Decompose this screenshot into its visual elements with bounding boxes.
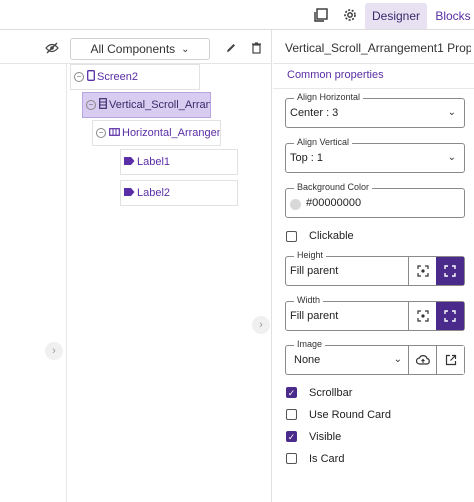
top-bar: Designer Blocks (0, 0, 474, 30)
delete-icon[interactable] (248, 40, 264, 56)
tab-designer[interactable]: Designer (365, 3, 427, 29)
components-panel: All Components ⌄ − Screen2 − Vertical_Sc… (0, 30, 272, 502)
image-select[interactable]: Image None ⌄ (285, 339, 465, 375)
focus-size-button[interactable] (408, 257, 436, 285)
clickable-checkbox[interactable] (286, 231, 297, 242)
properties-title: Vertical_Scroll_Arrangement1 Properties (285, 41, 471, 55)
field-legend: Align Vertical (294, 137, 353, 147)
visible-checkbox[interactable]: ✓ (286, 431, 297, 442)
use-round-card-checkbox[interactable] (286, 409, 297, 420)
background-color-field[interactable]: Background Color #00000000 (285, 182, 465, 218)
expand-left-panel-button[interactable]: › (45, 342, 63, 360)
chevron-down-icon: ⌄ (393, 354, 402, 365)
field-value: Fill parent (290, 310, 339, 322)
tree-node-vertical-scroll-arrangement1[interactable]: − Vertical_Scroll_Arrangement1 (82, 92, 211, 118)
field-value: Center : 3 (290, 107, 339, 119)
chevron-down-icon: ⌄ (447, 152, 456, 163)
is-card-label: Is Card (309, 453, 345, 465)
phone-icon (87, 70, 95, 84)
chevron-down-icon: ⌄ (447, 107, 456, 118)
chevron-right-icon: › (52, 345, 56, 357)
field-legend: Background Color (294, 182, 373, 192)
align-horizontal-select[interactable]: Align Horizontal Center : 3 ⌄ (285, 92, 465, 128)
fill-parent-button[interactable] (436, 302, 464, 330)
is-card-checkbox[interactable] (286, 453, 297, 464)
properties-panel: Vertical_Scroll_Arrangement1 Properties … (273, 30, 474, 502)
field-value: Fill parent (290, 265, 339, 277)
tree-divider (66, 64, 67, 502)
hide-components-icon[interactable] (44, 40, 60, 56)
fill-parent-button[interactable] (436, 257, 464, 285)
field-legend: Height (294, 250, 327, 260)
divider (273, 63, 474, 64)
color-swatch (290, 199, 301, 210)
components-filter-dropdown[interactable]: All Components ⌄ (70, 38, 210, 60)
tree-node-label: Screen2 (97, 71, 138, 83)
gear-icon[interactable] (342, 7, 358, 23)
field-legend: Image (294, 339, 326, 349)
chevron-down-icon: ⌄ (181, 43, 190, 55)
components-filter-label: All Components (90, 42, 176, 56)
tree-node-horizontal-arrangement1[interactable]: − Horizontal_Arrangement1 (92, 120, 221, 146)
tree-node-label1[interactable]: Label1 (120, 149, 238, 175)
clickable-label: Clickable (309, 230, 354, 242)
rename-icon[interactable] (223, 40, 239, 56)
tree-node-label: Label1 (137, 156, 171, 168)
common-properties-link[interactable]: Common properties (287, 69, 384, 81)
open-external-button[interactable] (436, 346, 464, 374)
focus-size-button[interactable] (408, 302, 436, 330)
field-legend: Width (294, 295, 324, 305)
scrollbar-label: Scrollbar (309, 387, 353, 399)
chevron-right-icon: › (259, 319, 263, 331)
tree-node-label: Horizontal_Arrangement1 (122, 127, 220, 139)
field-value: None (294, 354, 321, 366)
collapse-toggle-icon[interactable]: − (74, 72, 84, 82)
visible-label: Visible (309, 431, 342, 443)
field-legend: Align Horizontal (294, 92, 364, 102)
field-value: #00000000 (306, 197, 362, 209)
collapse-toggle-icon[interactable]: − (96, 128, 106, 138)
tree-node-label2[interactable]: Label2 (120, 180, 238, 206)
components-toolbar: All Components ⌄ (0, 30, 272, 64)
tab-blocks[interactable]: Blocks (432, 3, 474, 29)
label-tag-icon (124, 187, 135, 199)
horizontal-arrangement-icon (109, 127, 120, 139)
tree-node-screen2[interactable]: − Screen2 (70, 64, 200, 90)
field-value: Top : 1 (290, 152, 324, 164)
height-field[interactable]: Height Fill parent (285, 250, 465, 286)
scrollbar-checkbox[interactable]: ✓ (286, 387, 297, 398)
expand-properties-button[interactable]: › (252, 316, 270, 334)
width-field[interactable]: Width Fill parent (285, 295, 465, 331)
use-round-card-label: Use Round Card (309, 409, 391, 421)
vertical-arrangement-icon (99, 98, 107, 112)
collapse-toggle-icon[interactable]: − (86, 100, 96, 110)
tree-node-label: Vertical_Scroll_Arrangement1 (109, 99, 211, 111)
label-tag-icon (124, 156, 135, 168)
tree-node-label: Label2 (137, 187, 171, 199)
upload-image-button[interactable] (408, 346, 436, 374)
divider (273, 88, 474, 89)
gallery-icon[interactable] (313, 7, 329, 23)
align-vertical-select[interactable]: Align Vertical Top : 1 ⌄ (285, 137, 465, 173)
